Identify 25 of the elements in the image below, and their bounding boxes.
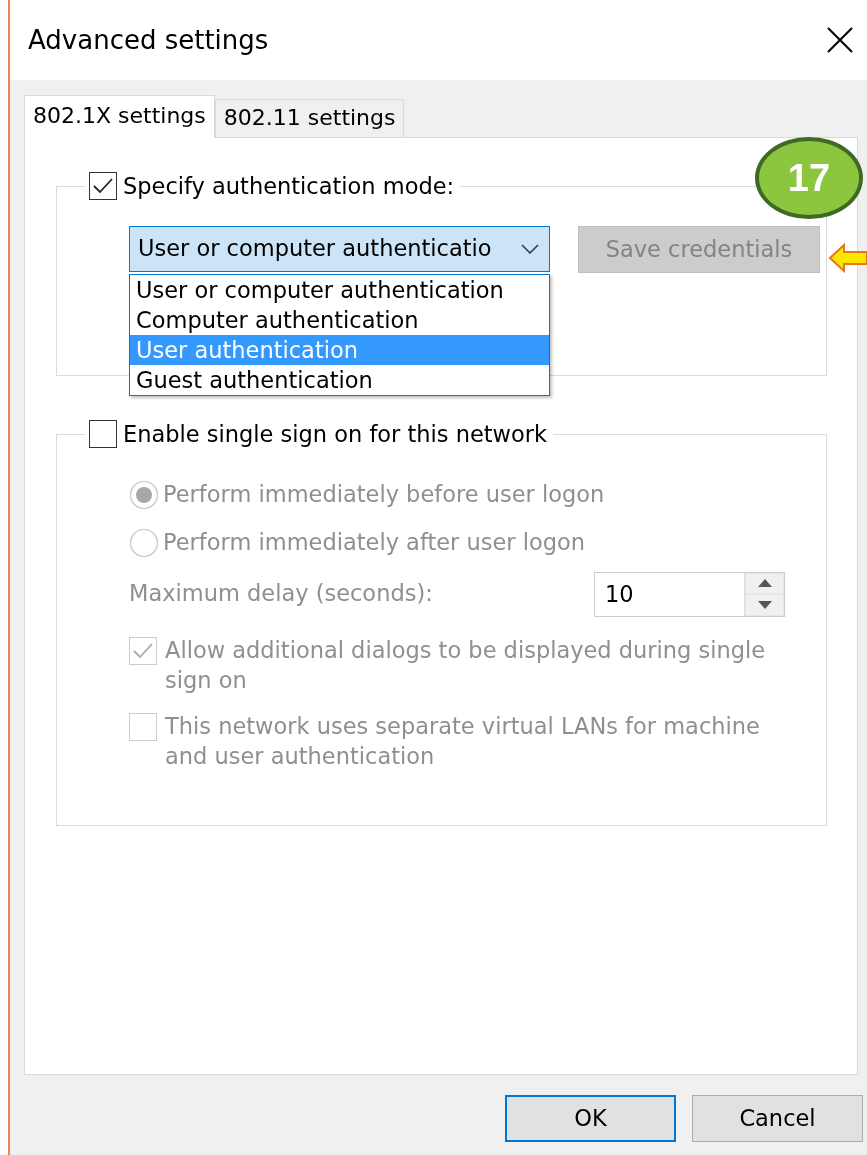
checkbox[interactable] (89, 420, 117, 448)
radio-label: Perform immediately before user logon (163, 480, 605, 509)
spin-up-button[interactable] (745, 572, 784, 594)
checkbox-label: Allow additional dialogs to be displayed during single sign on (165, 635, 767, 695)
cancel-button[interactable]: Cancel (692, 1095, 863, 1142)
checkbox[interactable] (89, 172, 117, 200)
window-title: Advanced settings (28, 23, 269, 57)
radio-label: Perform immediately after user logon (163, 527, 586, 557)
checkbox-label: This network uses separate virtual LANs for machine and user authentication (165, 711, 761, 771)
tab[interactable]: 802.11 settings (214, 99, 405, 137)
close-icon[interactable] (827, 27, 853, 53)
tab[interactable]: 802.1X settings (24, 95, 215, 138)
chevron-down-icon (521, 244, 539, 254)
field-label: Maximum delay (seconds): (129, 579, 433, 609)
group-label: Enable single sign on for this network (123, 420, 548, 448)
group-label: Specify authentication mode: (123, 172, 455, 200)
dropdown-option[interactable]: Guest authentication (130, 365, 549, 395)
ok-button[interactable]: OK (505, 1095, 676, 1142)
triangle-down-icon (757, 600, 772, 609)
dropdown-option[interactable]: User or computer authentication (130, 275, 549, 305)
dropdown-option[interactable]: Computer authentication (130, 305, 549, 335)
dropdown[interactable]: User or computer authenticatio (129, 226, 550, 272)
triangle-up-icon (757, 579, 772, 588)
arrow-left-icon (828, 242, 867, 274)
spin-down-button[interactable] (745, 594, 784, 616)
